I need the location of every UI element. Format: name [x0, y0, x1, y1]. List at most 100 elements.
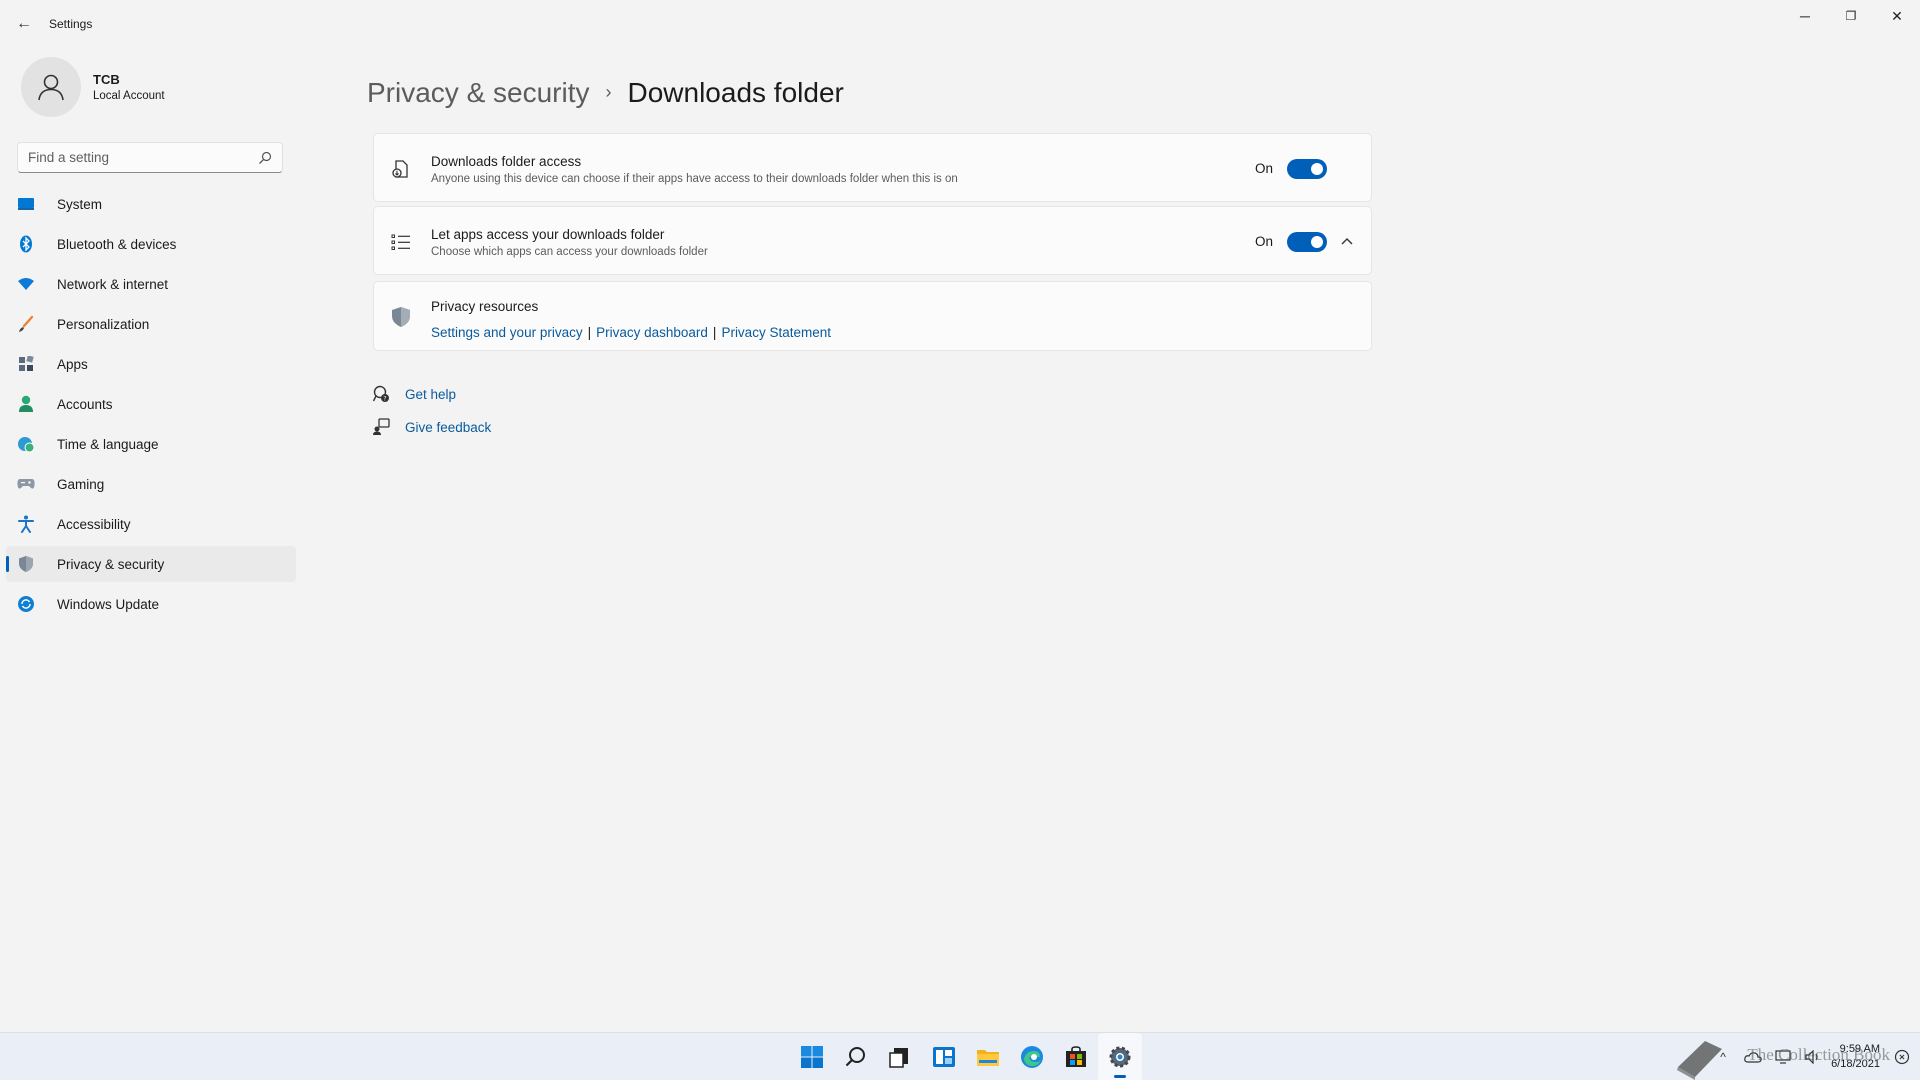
sidebar-item-accessibility[interactable]: Accessibility: [6, 506, 296, 542]
sidebar-item-system[interactable]: System: [6, 186, 296, 222]
window-controls: ─ ❐ ✕: [1782, 0, 1920, 32]
shield-icon: [390, 306, 412, 328]
start-button[interactable]: [790, 1033, 834, 1080]
person-icon: [16, 394, 36, 414]
watermark-text: The Collection Book: [1747, 1045, 1890, 1064]
globe-clock-icon: [16, 434, 36, 454]
update-icon: [16, 594, 36, 614]
restore-icon: ❐: [1845, 9, 1857, 23]
shield-icon: [16, 554, 36, 574]
downloads-access-state-label: On: [1255, 161, 1274, 176]
notification-icon[interactable]: [1890, 1045, 1914, 1069]
minimize-icon: ─: [1800, 8, 1810, 24]
profile-name: TCB: [93, 72, 120, 87]
title-bar: ← Settings ─ ❐ ✕: [0, 0, 1920, 48]
app-title: Settings: [49, 17, 93, 31]
taskbar-search-button[interactable]: [834, 1033, 878, 1080]
downloads-access-toggle[interactable]: [1287, 159, 1327, 179]
give-feedback-row[interactable]: Give feedback: [371, 417, 491, 437]
search-box[interactable]: [17, 142, 283, 173]
sidebar-item-network[interactable]: Network & internet: [6, 266, 296, 302]
sidebar-item-windows-update[interactable]: Windows Update: [6, 586, 296, 622]
downloads-access-title: Downloads folder access: [431, 154, 582, 169]
settings-privacy-link[interactable]: Settings and your privacy: [431, 325, 583, 340]
sidebar-item-label: Apps: [57, 356, 88, 372]
sidebar-item-time-language[interactable]: Time & language: [6, 426, 296, 462]
file-explorer-button[interactable]: [966, 1033, 1010, 1080]
back-arrow-icon: ←: [16, 15, 32, 32]
accessibility-icon: [16, 514, 36, 534]
book-icon: [1677, 1041, 1723, 1080]
link-separator: |: [712, 325, 717, 340]
privacy-statement-link[interactable]: Privacy Statement: [721, 325, 831, 340]
bluetooth-icon: [16, 234, 36, 254]
wifi-icon: [16, 274, 36, 294]
avatar: [21, 57, 81, 117]
breadcrumb-parent-link[interactable]: Privacy & security: [367, 77, 590, 109]
minimize-button[interactable]: ─: [1782, 0, 1828, 32]
sidebar-item-label: Privacy & security: [57, 556, 165, 572]
apps-icon: [16, 354, 36, 374]
link-separator: |: [587, 325, 592, 340]
close-icon: ✕: [1891, 7, 1903, 24]
chevron-right-icon: ›: [605, 82, 612, 102]
search-input[interactable]: [28, 150, 258, 165]
feedback-icon: [371, 417, 391, 437]
privacy-resources-title: Privacy resources: [431, 299, 539, 314]
system-icon: [16, 194, 36, 214]
sidebar-item-label: Time & language: [57, 436, 159, 452]
sidebar-item-privacy-security[interactable]: Privacy & security: [6, 546, 296, 582]
get-help-row[interactable]: ? Get help: [371, 384, 456, 404]
downloads-access-description: Anyone using this device can choose if t…: [431, 173, 958, 185]
breadcrumb: Privacy & security › Downloads folder: [367, 77, 844, 109]
sidebar-item-gaming[interactable]: Gaming: [6, 466, 296, 502]
back-button[interactable]: ←: [12, 12, 36, 36]
sidebar-item-label: System: [57, 196, 103, 212]
settings-icon: [1109, 1046, 1131, 1068]
sidebar-nav: System Bluetooth & devices Network & int…: [6, 186, 296, 626]
sidebar-item-label: Personalization: [57, 316, 150, 332]
store-icon: [1066, 1046, 1086, 1067]
start-icon: [801, 1046, 823, 1068]
privacy-dashboard-link[interactable]: Privacy dashboard: [596, 325, 708, 340]
widgets-icon: [933, 1047, 955, 1067]
downloads-folder-icon: [390, 158, 412, 180]
sidebar-item-label: Network & internet: [57, 276, 169, 292]
let-apps-access-card[interactable]: Let apps access your downloads folder Ch…: [373, 206, 1372, 275]
downloads-folder-access-card: Downloads folder access Anyone using thi…: [373, 133, 1372, 202]
let-apps-toggle[interactable]: [1287, 232, 1327, 252]
get-help-icon: ?: [371, 384, 391, 404]
sidebar-item-label: Accounts: [57, 396, 113, 412]
gamepad-icon: [16, 474, 36, 494]
settings-taskbar-button[interactable]: [1098, 1033, 1142, 1080]
sidebar-item-label: Accessibility: [57, 516, 131, 532]
taskbar: ^ 9:59 AM 6/18/2021 The Collection Book: [0, 1032, 1920, 1080]
edge-icon: [1021, 1046, 1043, 1068]
get-help-link[interactable]: Get help: [405, 387, 456, 402]
sidebar-item-accounts[interactable]: Accounts: [6, 386, 296, 422]
store-button[interactable]: [1054, 1033, 1098, 1080]
sidebar-item-personalization[interactable]: Personalization: [6, 306, 296, 342]
sidebar-item-apps[interactable]: Apps: [6, 346, 296, 382]
brush-icon: [16, 314, 36, 334]
watermark: The Collection Book: [1677, 1041, 1890, 1080]
give-feedback-link[interactable]: Give feedback: [405, 420, 491, 435]
let-apps-title: Let apps access your downloads folder: [431, 227, 665, 242]
person-icon: [38, 74, 64, 101]
task-view-icon: [889, 1048, 908, 1068]
edge-button[interactable]: [1010, 1033, 1054, 1080]
sidebar-item-label: Bluetooth & devices: [57, 236, 177, 252]
user-profile[interactable]: TCB Local Account: [21, 57, 165, 117]
task-view-button[interactable]: [878, 1033, 922, 1080]
search-icon: [845, 1047, 865, 1067]
list-icon: [390, 231, 412, 253]
chevron-up-icon[interactable]: [1339, 233, 1355, 249]
maximize-button[interactable]: ❐: [1828, 0, 1874, 32]
sidebar-item-label: Gaming: [57, 476, 105, 492]
sidebar-item-bluetooth[interactable]: Bluetooth & devices: [6, 226, 296, 262]
widgets-button[interactable]: [922, 1033, 966, 1080]
page-title: Downloads folder: [627, 77, 844, 108]
search-icon[interactable]: [258, 151, 272, 165]
close-button[interactable]: ✕: [1874, 0, 1920, 32]
let-apps-description: Choose which apps can access your downlo…: [431, 246, 708, 258]
